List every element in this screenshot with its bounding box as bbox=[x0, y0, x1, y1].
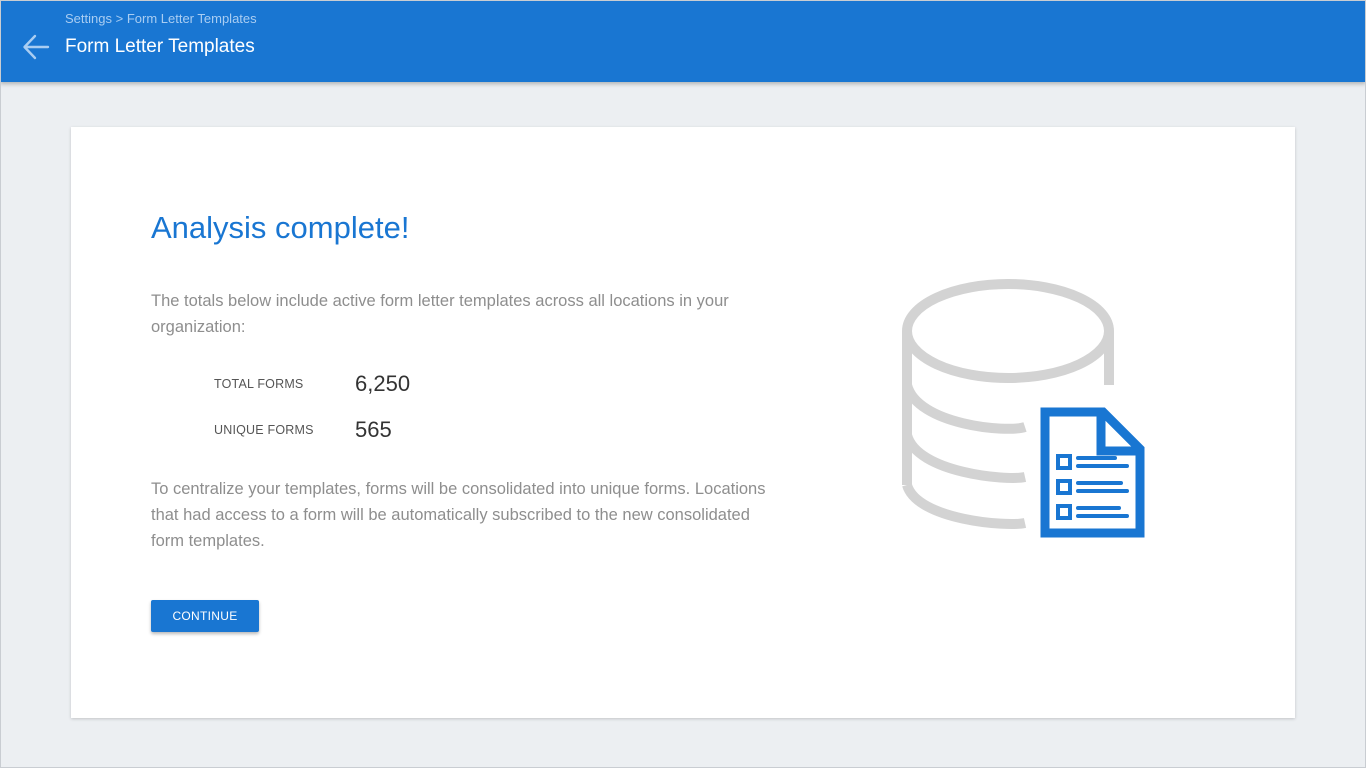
stat-label: TOTAL FORMS bbox=[214, 377, 304, 391]
consolidation-text: To centralize your templates, forms will… bbox=[151, 480, 766, 550]
breadcrumb-settings[interactable]: Settings bbox=[65, 11, 112, 26]
stat-label: UNIQUE FORMS bbox=[214, 423, 314, 437]
breadcrumb-current: Form Letter Templates bbox=[126, 11, 257, 26]
app-header: Settings > Form Letter Templates Form Le… bbox=[0, 0, 1366, 82]
arrow-left-icon bbox=[23, 34, 50, 60]
database-document-icon bbox=[902, 279, 1145, 538]
stat-unique-forms: UNIQUE FORMS 565 bbox=[214, 415, 392, 445]
intro-text: The totals below include active form let… bbox=[151, 292, 729, 336]
analysis-headline: Analysis complete! bbox=[151, 210, 410, 245]
continue-button[interactable]: CONTINUE bbox=[151, 600, 259, 632]
stat-total-forms: TOTAL FORMS 6,250 bbox=[214, 369, 410, 399]
breadcrumb: Settings > Form Letter Templates bbox=[65, 11, 257, 26]
back-button[interactable] bbox=[18, 30, 54, 64]
analysis-card: Analysis complete! The totals below incl… bbox=[71, 127, 1295, 718]
stat-value: 6,250 bbox=[355, 371, 411, 396]
page-title: Form Letter Templates bbox=[65, 36, 255, 57]
breadcrumb-separator: > bbox=[115, 11, 124, 26]
stat-value: 565 bbox=[355, 417, 392, 442]
